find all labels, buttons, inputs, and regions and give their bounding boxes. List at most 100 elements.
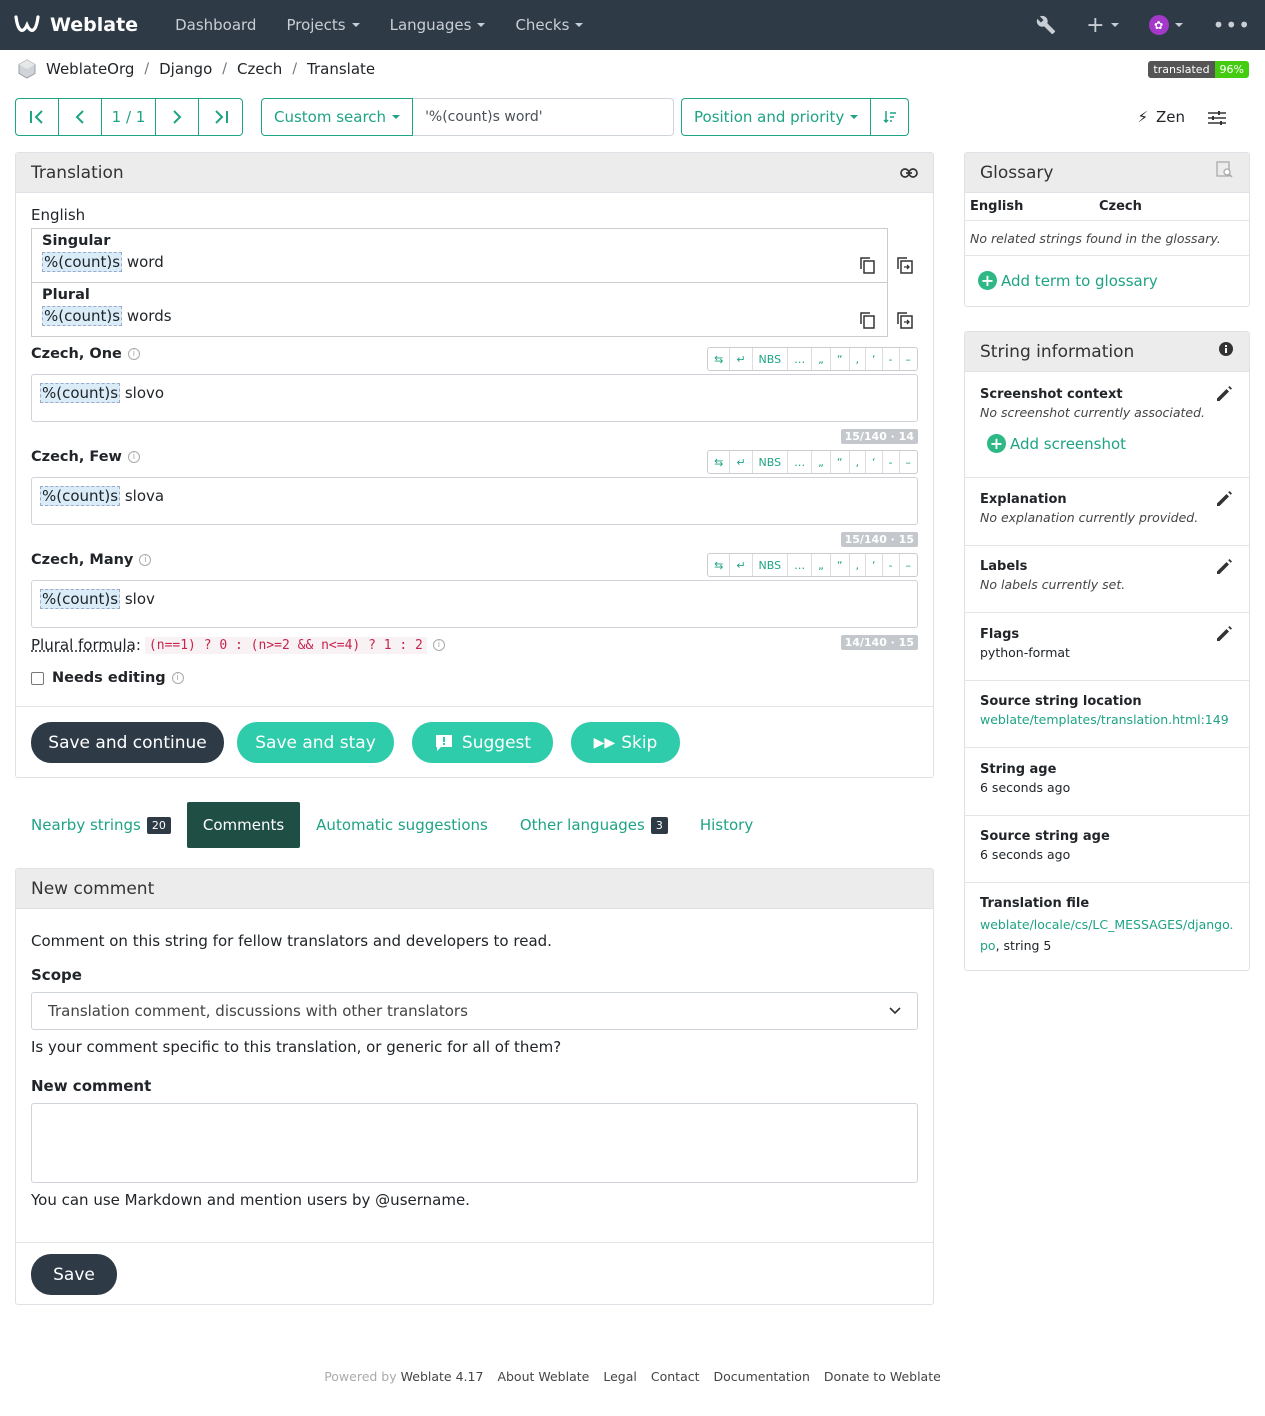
info-icon[interactable]: i <box>432 639 445 651</box>
key-hyphen[interactable]: ‐ <box>883 554 900 576</box>
skip-button[interactable]: ▶▶ Skip <box>571 722 680 763</box>
key-nbsp[interactable]: NBS <box>753 348 789 370</box>
translation-textarea-few[interactable]: %(count)s slova <box>31 477 918 525</box>
nav-checks[interactable]: Checks <box>515 16 584 34</box>
suggest-button[interactable]: Suggest <box>412 722 553 763</box>
key-nbsp[interactable]: NBS <box>753 554 789 576</box>
copy-icon[interactable] <box>860 257 875 278</box>
more-icon[interactable]: ••• <box>1213 13 1251 37</box>
key-low-single-quote[interactable]: ‚ <box>850 348 867 370</box>
footer-documentation[interactable]: Documentation <box>714 1369 810 1384</box>
footer-contact[interactable]: Contact <box>651 1369 700 1384</box>
footer-about[interactable]: About Weblate <box>497 1369 589 1384</box>
key-tab[interactable]: ⇆ <box>708 348 731 370</box>
translation-panel: Translation English Singular %(count)s w… <box>15 152 934 778</box>
key-nbsp[interactable]: NBS <box>753 451 789 473</box>
last-string-button[interactable] <box>199 99 242 135</box>
translation-textarea-one[interactable]: %(count)s slovo <box>31 374 918 422</box>
info-icon[interactable]: i <box>127 348 140 360</box>
translation-text: slovo <box>120 384 165 402</box>
tab-other-languages[interactable]: Other languages 3 <box>504 802 684 848</box>
key-hyphen[interactable]: ‐ <box>883 451 900 473</box>
info-icon[interactable]: i <box>139 554 152 566</box>
search-type-dropdown[interactable]: Custom search <box>261 98 414 136</box>
add-menu[interactable]: + <box>1086 13 1119 38</box>
previous-string-button[interactable] <box>59 99 102 135</box>
zen-mode-button[interactable]: ⚡ Zen <box>1137 108 1185 126</box>
key-low-quote[interactable]: „ <box>812 554 831 576</box>
sliders-icon[interactable] <box>1208 110 1226 130</box>
key-newline[interactable]: ↵ <box>730 451 753 473</box>
glossary-search-icon[interactable] <box>1216 161 1234 184</box>
pencil-icon[interactable] <box>1215 625 1233 647</box>
breadcrumb-separator: / <box>222 61 227 77</box>
save-comment-button[interactable]: Save <box>31 1254 117 1295</box>
tab-comments[interactable]: Comments <box>186 802 301 848</box>
info-icon[interactable]: i <box>171 672 184 684</box>
key-en-dash[interactable]: – <box>900 451 918 473</box>
key-newline[interactable]: ↵ <box>730 554 753 576</box>
scope-select[interactable]: Translation comment, discussions with ot… <box>31 992 918 1030</box>
key-high-single-quote[interactable]: ‘ <box>866 451 883 473</box>
key-high-quote[interactable]: “ <box>831 451 850 473</box>
key-ellipsis[interactable]: … <box>788 451 813 473</box>
breadcrumb-project[interactable]: Django <box>159 60 212 78</box>
add-screenshot-link[interactable]: + Add screenshot <box>987 434 1126 453</box>
footer-legal[interactable]: Legal <box>603 1369 637 1384</box>
key-high-single-quote[interactable]: ‘ <box>866 348 883 370</box>
key-ellipsis[interactable]: … <box>788 554 813 576</box>
translated-badge[interactable]: translated 96% <box>1148 60 1249 78</box>
pencil-icon[interactable] <box>1215 385 1233 407</box>
key-hyphen[interactable]: ‐ <box>883 348 900 370</box>
footer-donate[interactable]: Donate to Weblate <box>824 1369 941 1384</box>
key-tab[interactable]: ⇆ <box>708 554 731 576</box>
caret-down-icon <box>850 115 859 119</box>
tab-nearby-strings[interactable]: Nearby strings 20 <box>15 802 187 848</box>
key-tab[interactable]: ⇆ <box>708 451 731 473</box>
link-icon[interactable] <box>900 163 918 183</box>
checkbox[interactable] <box>31 671 44 685</box>
clone-to-translation-icon[interactable] <box>897 257 913 278</box>
needs-editing-checkbox[interactable]: Needs editing i <box>31 670 184 686</box>
add-term-link[interactable]: + Add term to glossary <box>978 271 1158 290</box>
breadcrumb-language[interactable]: Czech <box>237 60 282 78</box>
key-high-quote[interactable]: “ <box>831 554 850 576</box>
sort-dropdown[interactable]: Position and priority <box>681 98 872 136</box>
user-menu[interactable]: ✿ <box>1148 15 1183 35</box>
nav-projects[interactable]: Projects <box>286 16 360 34</box>
key-newline[interactable]: ↵ <box>730 348 753 370</box>
info-icon[interactable]: i <box>127 451 140 463</box>
nav-dashboard[interactable]: Dashboard <box>175 16 256 34</box>
key-high-single-quote[interactable]: ‘ <box>866 554 883 576</box>
comment-textarea[interactable] <box>31 1103 918 1183</box>
source-location-link[interactable]: weblate/templates/translation.html:149 <box>980 712 1234 727</box>
breadcrumb-organization[interactable]: WeblateOrg <box>46 60 134 78</box>
key-low-single-quote[interactable]: ‚ <box>850 554 867 576</box>
tab-history[interactable]: History <box>684 802 769 848</box>
key-low-quote[interactable]: „ <box>812 348 831 370</box>
pencil-icon[interactable] <box>1215 490 1233 512</box>
nav-languages[interactable]: Languages <box>390 16 486 34</box>
save-and-continue-button[interactable]: Save and continue <box>31 722 224 763</box>
clone-to-translation-icon[interactable] <box>897 312 913 333</box>
pencil-icon[interactable] <box>1215 558 1233 580</box>
key-en-dash[interactable]: – <box>900 554 918 576</box>
copy-icon[interactable] <box>860 312 875 333</box>
key-high-quote[interactable]: “ <box>831 348 850 370</box>
brand[interactable]: Weblate <box>14 14 138 36</box>
key-low-quote[interactable]: „ <box>812 451 831 473</box>
wrench-icon[interactable] <box>1036 15 1056 35</box>
save-and-stay-button[interactable]: Save and stay <box>237 722 394 763</box>
key-low-single-quote[interactable]: ‚ <box>850 451 867 473</box>
footer-weblate-version[interactable]: Weblate 4.17 <box>401 1369 484 1384</box>
first-string-button[interactable] <box>16 99 59 135</box>
info-circle-icon[interactable] <box>1218 341 1234 362</box>
tab-automatic-suggestions[interactable]: Automatic suggestions <box>300 802 504 848</box>
key-ellipsis[interactable]: … <box>788 348 813 370</box>
search-input[interactable]: '%(count)s word' <box>413 98 675 136</box>
sort-direction-button[interactable] <box>871 98 910 136</box>
next-string-button[interactable] <box>156 99 199 135</box>
translation-textarea-many[interactable]: %(count)s slov <box>31 580 918 628</box>
caret-down-icon <box>575 23 584 27</box>
key-en-dash[interactable]: – <box>900 348 918 370</box>
